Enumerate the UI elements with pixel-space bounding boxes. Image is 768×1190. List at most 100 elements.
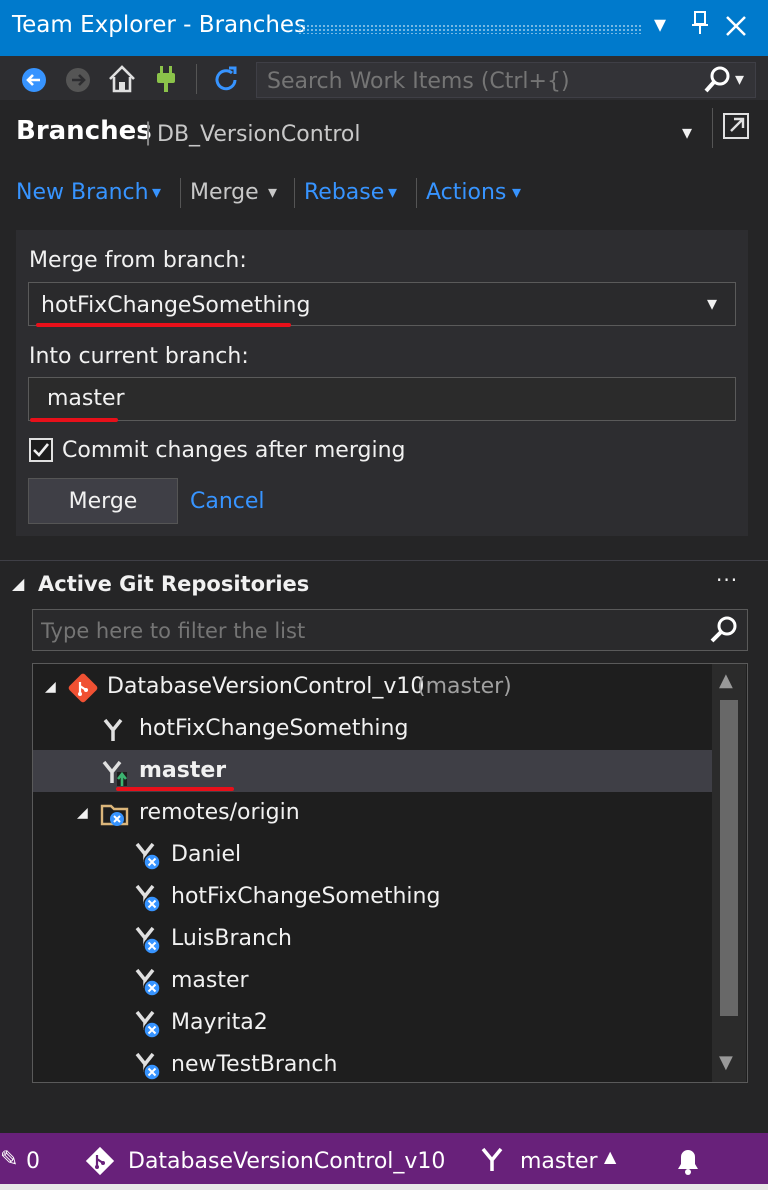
search-icon[interactable] [703, 65, 731, 101]
forward-icon[interactable] [62, 62, 94, 94]
into-current-branch-label: Into current branch: [29, 344, 249, 369]
section-divider [0, 560, 768, 561]
status-bar: ✎ 0 DatabaseVersionControl_v10 master ▲ [0, 1133, 768, 1190]
merge-chevron-down-icon[interactable]: ▾ [268, 182, 277, 203]
actions-separator [416, 178, 417, 208]
search-work-items-box[interactable]: ▾ [256, 62, 756, 98]
tree-item-branch[interactable]: hotFixChangeSomething [33, 708, 713, 750]
page-title: Branches [16, 116, 152, 146]
tree-item-remote-branch[interactable]: master [33, 960, 713, 1002]
scroll-up-icon[interactable]: ▲ [719, 670, 733, 691]
dropdown-icon[interactable]: ▾ [654, 10, 666, 38]
remote-branch-label: LuisBranch [171, 926, 292, 951]
tree-item-remote-branch[interactable]: newTestBranch [33, 1044, 713, 1082]
undock-icon[interactable] [722, 112, 750, 146]
merge-menu[interactable]: Merge [190, 180, 259, 205]
remote-branch-icon [131, 882, 163, 920]
new-branch-link[interactable]: New Branch [16, 180, 149, 205]
remotes-folder-label: remotes/origin [139, 800, 300, 825]
tree-item-remotes-folder[interactable]: ◢ remotes/origin [33, 792, 713, 834]
tree-item-remote-branch[interactable]: Daniel [33, 834, 713, 876]
new-branch-chevron-down-icon[interactable]: ▾ [152, 182, 161, 203]
rebase-link[interactable]: Rebase [304, 180, 384, 205]
into-current-branch-field: master [28, 377, 736, 421]
tree-scrollbar[interactable]: ▲ ▼ [712, 664, 746, 1082]
annotation-underline [36, 323, 291, 327]
scrollbar-thumb[interactable] [720, 700, 738, 1016]
back-icon[interactable] [18, 62, 50, 94]
repository-icon[interactable] [84, 1145, 116, 1183]
status-repository-name[interactable]: DatabaseVersionControl_v10 [128, 1149, 445, 1174]
refresh-icon[interactable] [210, 62, 242, 94]
annotation-underline [116, 787, 234, 791]
close-icon[interactable] [724, 14, 748, 44]
branch-label: hotFixChangeSomething [139, 716, 409, 741]
commit-after-merge-checkbox[interactable] [29, 438, 53, 462]
branch-icon [99, 716, 127, 750]
remote-branch-label: newTestBranch [171, 1052, 338, 1077]
tree-item-remote-branch[interactable]: Mayrita2 [33, 1002, 713, 1044]
actions-separator [180, 178, 181, 208]
filter-input[interactable] [39, 615, 683, 647]
header-separator [712, 108, 713, 148]
title-grip[interactable] [298, 24, 643, 34]
remote-branch-icon [131, 924, 163, 962]
filter-box[interactable] [32, 609, 748, 651]
annotation-underline [30, 418, 118, 422]
actions-chevron-down-icon[interactable]: ▾ [512, 182, 521, 203]
home-icon[interactable] [106, 62, 138, 94]
tree-item-remote-branch[interactable]: LuisBranch [33, 918, 713, 960]
remote-folder-icon [99, 798, 131, 836]
merge-from-branch-value: hotFixChangeSomething [41, 293, 311, 318]
expanded-triangle-icon[interactable]: ◢ [77, 805, 88, 821]
tree-item-branch-selected[interactable]: master [33, 750, 713, 792]
remote-branch-label: Daniel [171, 842, 242, 867]
merge-from-branch-select[interactable]: hotFixChangeSomething ▾ [28, 282, 736, 326]
toolbar-separator [196, 64, 197, 94]
chevron-down-icon[interactable]: ▾ [707, 291, 717, 315]
actions-link[interactable]: Actions [426, 180, 506, 205]
window-title: Team Explorer - Branches [12, 12, 307, 38]
toolbar: ▾ [0, 56, 768, 100]
pin-icon[interactable] [690, 10, 710, 42]
notification-bell-icon[interactable] [674, 1145, 702, 1183]
merge-from-label: Merge from branch: [29, 248, 247, 273]
repository-name[interactable]: DB_VersionControl [157, 122, 360, 147]
branch-icon[interactable] [478, 1145, 508, 1181]
collapse-triangle-icon[interactable]: ◢ [12, 574, 24, 593]
into-current-branch-value: master [47, 386, 125, 411]
remote-branch-label: master [171, 968, 249, 993]
search-icon[interactable] [709, 614, 739, 652]
connect-plug-icon[interactable] [150, 62, 182, 94]
tree-item-repository[interactable]: ◢ DatabaseVersionControl_v10 (master) [33, 666, 713, 708]
pending-changes-icon[interactable]: ✎ [0, 1147, 18, 1172]
merge-button[interactable]: Merge [28, 478, 178, 524]
repository-current-branch: (master) [417, 674, 512, 699]
scroll-down-icon[interactable]: ▼ [719, 1052, 733, 1073]
background-strip [0, 1184, 768, 1190]
pending-changes-count[interactable]: 0 [26, 1149, 40, 1174]
expanded-triangle-icon[interactable]: ◢ [45, 679, 56, 695]
repository-tree: ◢ DatabaseVersionControl_v10 (master) ho… [32, 663, 748, 1083]
remote-branch-icon [131, 966, 163, 1004]
search-options-chevron-icon[interactable]: ▾ [735, 69, 744, 90]
remote-branch-label: Mayrita2 [171, 1010, 268, 1035]
branch-label: master [139, 758, 227, 783]
actions-separator [294, 178, 295, 208]
search-work-items-input[interactable] [265, 66, 699, 96]
repository-label: DatabaseVersionControl_v10 [107, 674, 425, 699]
branch-menu-chevron-up-icon[interactable]: ▲ [604, 1147, 616, 1166]
section-title[interactable]: Active Git Repositories [38, 572, 309, 596]
remote-branch-label: hotFixChangeSomething [171, 884, 441, 909]
status-branch-name[interactable]: master [520, 1149, 598, 1174]
header-chevron-down-icon[interactable]: ▾ [682, 120, 692, 144]
commit-after-merge-label[interactable]: Commit changes after merging [62, 438, 405, 463]
tree-item-remote-branch[interactable]: hotFixChangeSomething [33, 876, 713, 918]
title-separator: | [144, 118, 153, 146]
cancel-link[interactable]: Cancel [190, 489, 265, 514]
remote-branch-icon [131, 1008, 163, 1046]
remote-branch-icon [131, 840, 163, 878]
rebase-chevron-down-icon[interactable]: ▾ [388, 182, 397, 203]
remote-branch-icon [131, 1050, 163, 1082]
more-options-icon[interactable]: ··· [716, 568, 738, 592]
